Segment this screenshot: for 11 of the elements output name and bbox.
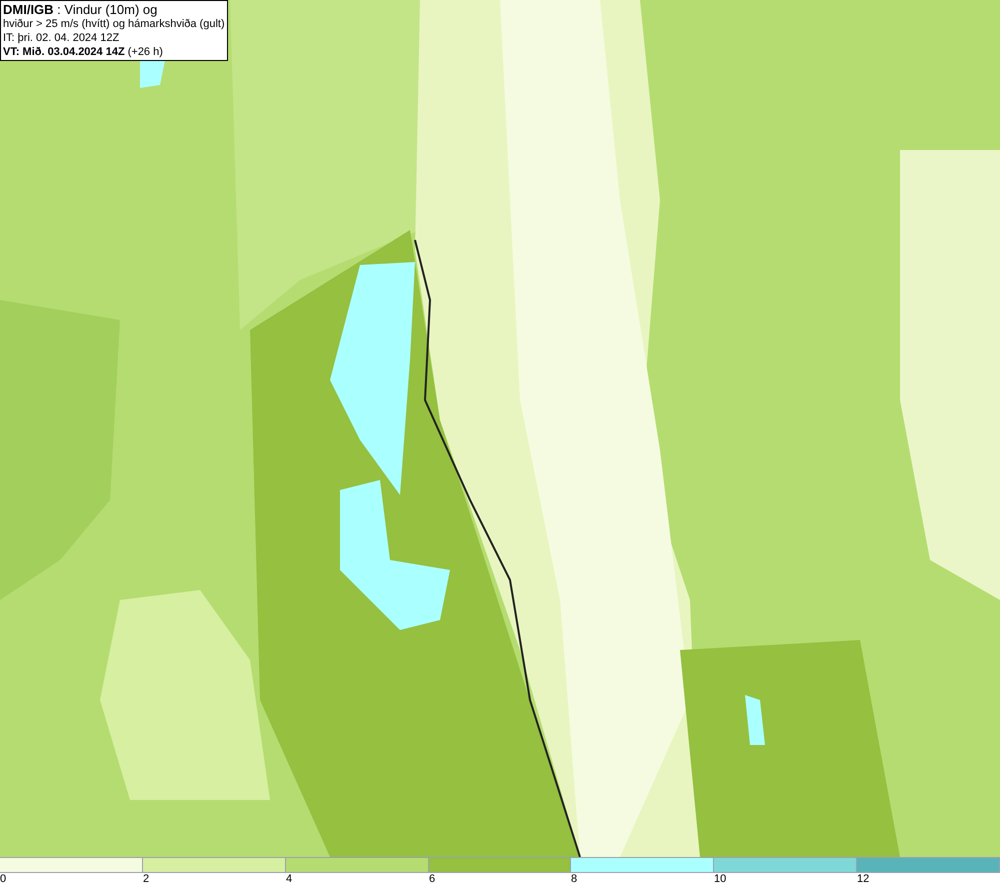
scale-label: 0 <box>0 873 6 886</box>
info-line: hviður > 25 m/s (hvítt) og hámarkshviða (gult) <box>3 17 225 31</box>
scale-label: 12 <box>857 873 870 886</box>
info-line: DMI/IGB : Vindur (10m) og <box>3 2 158 17</box>
info-line: IT: þri. 02. 04. 2024 12Z <box>3 31 120 45</box>
scale-label: 10 <box>714 873 726 886</box>
scale-label: 2 <box>143 873 150 886</box>
scale-label: 6 <box>429 873 436 886</box>
scale-label: 4 <box>286 873 292 886</box>
info-line: VT: Mið. 03.04.2024 14Z (+26 h) <box>3 45 164 59</box>
scale-label: 8 <box>571 873 578 886</box>
